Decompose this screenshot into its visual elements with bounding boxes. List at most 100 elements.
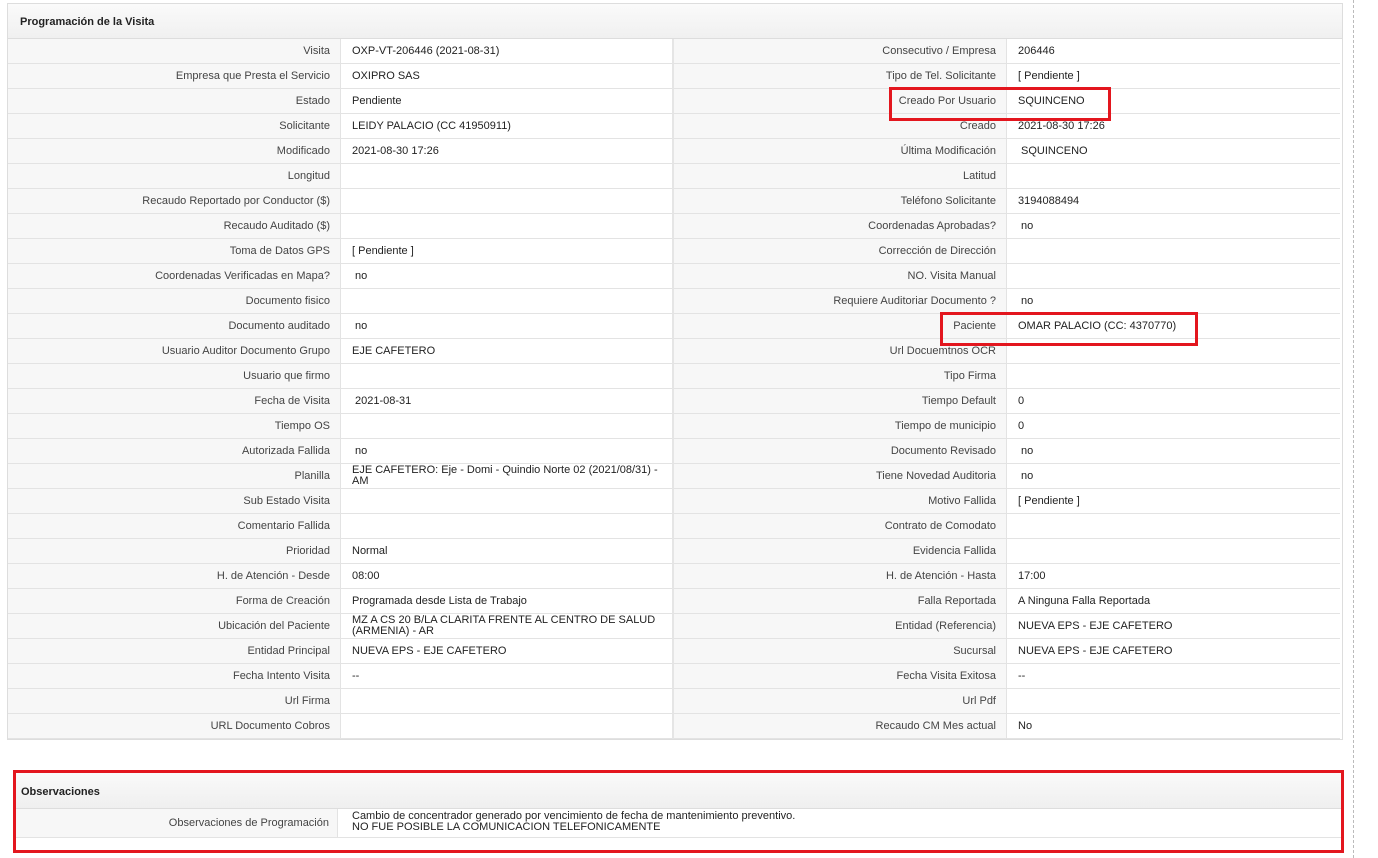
field-label-right: Tiene Novedad Auditoria bbox=[674, 464, 1007, 489]
field-label-right: NO. Visita Manual bbox=[674, 264, 1007, 289]
field-label-right: Requiere Auditoriar Documento ? bbox=[674, 289, 1007, 314]
field-label-left: Url Firma bbox=[8, 689, 341, 714]
field-label-right: Coordenadas Aprobadas? bbox=[674, 214, 1007, 239]
field-value-right: 17:00 bbox=[1007, 564, 1340, 589]
field-label-left: Coordenadas Verificadas en Mapa? bbox=[8, 264, 341, 289]
field-label-left: Entidad Principal bbox=[8, 639, 341, 664]
field-label-left: Documento fisico bbox=[8, 289, 341, 314]
field-label-right: Tiempo de municipio bbox=[674, 414, 1007, 439]
field-label-left: Recaudo Reportado por Conductor ($) bbox=[8, 189, 341, 214]
field-label-right: Url Pdf bbox=[674, 689, 1007, 714]
field-label-right: Url Docuemtnos OCR bbox=[674, 339, 1007, 364]
field-value-left bbox=[341, 414, 674, 439]
field-label-right: H. de Atención - Hasta bbox=[674, 564, 1007, 589]
field-value-left: 08:00 bbox=[341, 564, 674, 589]
field-label-right: Entidad (Referencia) bbox=[674, 614, 1007, 639]
field-label-left: Tiempo OS bbox=[8, 414, 341, 439]
field-label-right: Latitud bbox=[674, 164, 1007, 189]
observaciones-value: Cambio de concentrador generado por venc… bbox=[338, 809, 795, 837]
field-value-left: EJE CAFETERO: Eje - Domi - Quindio Norte… bbox=[341, 464, 674, 489]
field-value-left: NUEVA EPS - EJE CAFETERO bbox=[341, 639, 674, 664]
field-value-right: -- bbox=[1007, 664, 1340, 689]
field-value-left: no bbox=[341, 264, 674, 289]
field-value-right bbox=[1007, 164, 1340, 189]
field-label-right: Teléfono Solicitante bbox=[674, 189, 1007, 214]
field-label-left: Forma de Creación bbox=[8, 589, 341, 614]
field-value-right bbox=[1007, 689, 1340, 714]
field-value-left: EJE CAFETERO bbox=[341, 339, 674, 364]
field-label-left: Recaudo Auditado ($) bbox=[8, 214, 341, 239]
field-value-left: OXIPRO SAS bbox=[341, 64, 674, 89]
page-divider bbox=[1353, 0, 1354, 858]
field-value-left: LEIDY PALACIO (CC 41950911) bbox=[341, 114, 674, 139]
field-value-left: MZ A CS 20 B/LA CLARITA FRENTE AL CENTRO… bbox=[341, 614, 674, 639]
field-value-left bbox=[341, 514, 674, 539]
field-label-left: Solicitante bbox=[8, 114, 341, 139]
field-value-right: no bbox=[1007, 214, 1340, 239]
field-value-left: Programada desde Lista de Trabajo bbox=[341, 589, 674, 614]
field-value-right: OMAR PALACIO (CC: 4370770) bbox=[1007, 314, 1340, 339]
field-label-left: Autorizada Fallida bbox=[8, 439, 341, 464]
programacion-panel: Programación de la Visita Visita OXP-VT-2… bbox=[7, 3, 1343, 740]
field-value-right: 3194088494 bbox=[1007, 189, 1340, 214]
field-value-right bbox=[1007, 264, 1340, 289]
field-label-right: Paciente bbox=[674, 314, 1007, 339]
field-value-left bbox=[341, 289, 674, 314]
field-label-left: Visita bbox=[8, 39, 341, 64]
field-label-right: Última Modificación bbox=[674, 139, 1007, 164]
field-value-right: 2021-08-30 17:26 bbox=[1007, 114, 1340, 139]
programacion-grid: Visita OXP-VT-206446 (2021-08-31) Consecut… bbox=[8, 39, 1342, 739]
field-label-left: Documento auditado bbox=[8, 314, 341, 339]
field-label-right: Creado Por Usuario bbox=[674, 89, 1007, 114]
field-value-right: no bbox=[1007, 439, 1340, 464]
field-label-right: Creado bbox=[674, 114, 1007, 139]
field-label-right: Tipo Firma bbox=[674, 364, 1007, 389]
field-label-right: Tiempo Default bbox=[674, 389, 1007, 414]
field-value-right: [ Pendiente ] bbox=[1007, 489, 1340, 514]
field-value-right: SQUINCENO bbox=[1007, 89, 1340, 114]
field-label-right: Falla Reportada bbox=[674, 589, 1007, 614]
field-value-right: NUEVA EPS - EJE CAFETERO bbox=[1007, 639, 1340, 664]
field-label-left: Sub Estado Visita bbox=[8, 489, 341, 514]
field-value-left bbox=[341, 164, 674, 189]
field-label-right: Contrato de Comodato bbox=[674, 514, 1007, 539]
field-value-right bbox=[1007, 239, 1340, 264]
field-label-left: Fecha de Visita bbox=[8, 389, 341, 414]
field-label-right: Motivo Fallida bbox=[674, 489, 1007, 514]
field-label-left: H. de Atención - Desde bbox=[8, 564, 341, 589]
field-label-left: Fecha Intento Visita bbox=[8, 664, 341, 689]
observaciones-line-2: NO FUE POSIBLE LA COMUNICACION TELEFONIC… bbox=[352, 821, 661, 833]
field-value-right: no bbox=[1007, 464, 1340, 489]
field-value-right bbox=[1007, 364, 1340, 389]
field-value-left: no bbox=[341, 314, 674, 339]
field-value-left: no bbox=[341, 439, 674, 464]
field-value-right: A Ninguna Falla Reportada bbox=[1007, 589, 1340, 614]
field-label-left: Toma de Datos GPS bbox=[8, 239, 341, 264]
field-value-left: Normal bbox=[341, 539, 674, 564]
field-label-left: Estado bbox=[8, 89, 341, 114]
field-value-left bbox=[341, 689, 674, 714]
observaciones-row: Observaciones de Programación Cambio de … bbox=[16, 809, 1341, 838]
field-value-right: NUEVA EPS - EJE CAFETERO bbox=[1007, 614, 1340, 639]
field-label-right: Sucursal bbox=[674, 639, 1007, 664]
field-value-left: OXP-VT-206446 (2021-08-31) bbox=[341, 39, 674, 64]
field-value-left: -- bbox=[341, 664, 674, 689]
field-label-right: Evidencia Fallida bbox=[674, 539, 1007, 564]
field-value-right bbox=[1007, 339, 1340, 364]
field-label-left: URL Documento Cobros bbox=[8, 714, 341, 739]
field-value-right: 0 bbox=[1007, 414, 1340, 439]
field-value-left bbox=[341, 364, 674, 389]
field-value-right: no bbox=[1007, 289, 1340, 314]
field-value-right: 0 bbox=[1007, 389, 1340, 414]
field-value-right bbox=[1007, 514, 1340, 539]
field-value-right: [ Pendiente ] bbox=[1007, 64, 1340, 89]
observaciones-title: Observaciones bbox=[16, 773, 1341, 809]
field-value-left: [ Pendiente ] bbox=[341, 239, 674, 264]
field-value-left bbox=[341, 214, 674, 239]
observaciones-panel: Observaciones Observaciones de Programac… bbox=[13, 770, 1344, 853]
field-label-left: Modificado bbox=[8, 139, 341, 164]
field-label-right: Recaudo CM Mes actual bbox=[674, 714, 1007, 739]
field-label-left: Comentario Fallida bbox=[8, 514, 341, 539]
field-label-left: Ubicación del Paciente bbox=[8, 614, 341, 639]
field-value-left: Pendiente bbox=[341, 89, 674, 114]
